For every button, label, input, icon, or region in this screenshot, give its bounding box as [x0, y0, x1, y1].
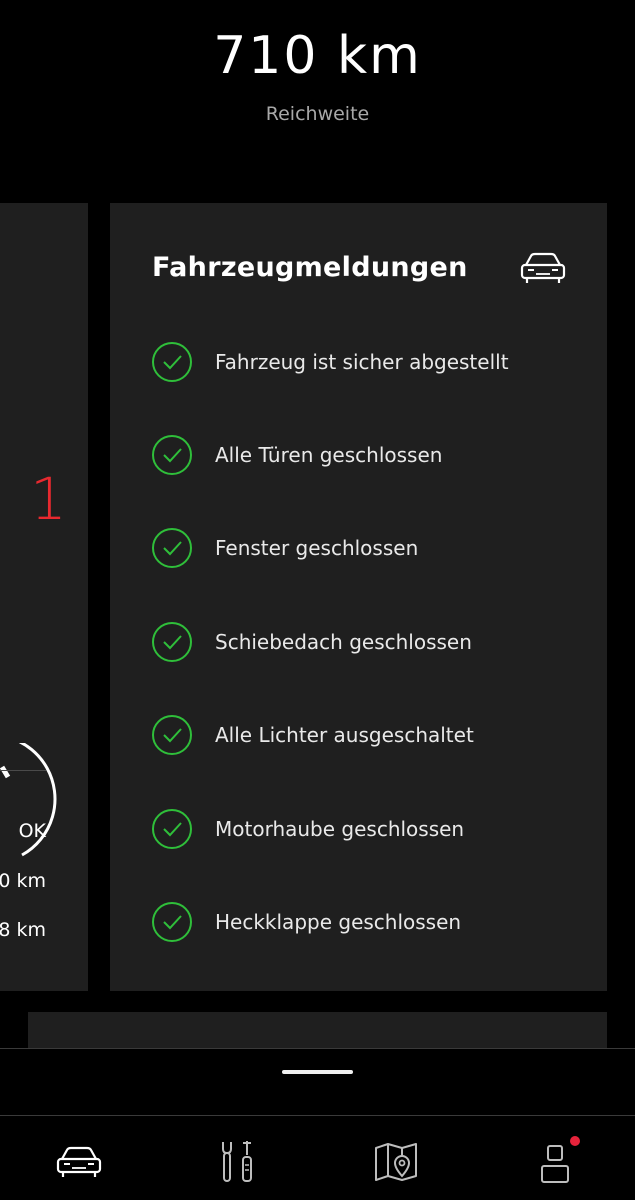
check-circle-icon [152, 528, 192, 568]
message-item: Schiebedach geschlossen [151, 621, 472, 663]
divider [0, 770, 46, 771]
message-label: Alle Türen geschlossen [215, 443, 443, 467]
check-circle-icon [152, 715, 192, 755]
divider [0, 1048, 635, 1049]
check-circle-icon [152, 342, 192, 382]
check-circle-icon [152, 435, 192, 475]
km-value-2: 8 km [0, 919, 46, 941]
check-circle-icon [152, 809, 192, 849]
message-item: Motorhaube geschlossen [151, 808, 464, 850]
profile-icon [541, 1145, 569, 1183]
message-item: Heckklappe geschlossen [151, 901, 461, 943]
notification-dot [570, 1136, 580, 1146]
gauge-arc [0, 743, 57, 857]
message-label: Schiebedach geschlossen [215, 630, 472, 654]
check-circle-icon [152, 902, 192, 942]
km-value-1: 0 km [0, 870, 46, 892]
warning-count: 1 [30, 465, 67, 533]
message-item: Alle Lichter ausgeschaltet [151, 714, 474, 756]
nav-vehicle-button[interactable] [51, 1136, 107, 1188]
divider [0, 1115, 635, 1116]
car-icon [56, 1146, 102, 1177]
message-label: Motorhaube geschlossen [215, 817, 465, 841]
range-value: 710 km [213, 26, 422, 86]
nav-service-button[interactable] [209, 1136, 265, 1188]
message-item: Fahrzeug ist sicher abgestellt [151, 341, 509, 383]
card-title: Fahrzeugmeldungen [152, 252, 468, 283]
message-label: Fenster geschlossen [215, 536, 419, 560]
message-item: Alle Türen geschlossen [151, 434, 442, 476]
tools-icon [222, 1141, 252, 1182]
message-item: Fenster geschlossen [151, 527, 418, 569]
car-icon [520, 252, 566, 283]
range-label: Reichweite [265, 103, 370, 125]
vehicle-messages-card[interactable] [110, 203, 607, 991]
previous-card[interactable]: 1 OK 0 km 8 km [0, 203, 88, 991]
next-card[interactable] [28, 1012, 607, 1048]
drag-handle[interactable] [282, 1070, 353, 1074]
range-header: 710 km Reichweite [0, 0, 635, 200]
nav-map-button[interactable] [368, 1136, 424, 1188]
map-icon [375, 1143, 417, 1181]
message-label: Heckklappe geschlossen [215, 910, 462, 934]
status-ok: OK [18, 820, 46, 842]
check-circle-icon [152, 622, 192, 662]
message-label: Fahrzeug ist sicher abgestellt [215, 350, 509, 374]
message-label: Alle Lichter ausgeschaltet [215, 723, 474, 747]
